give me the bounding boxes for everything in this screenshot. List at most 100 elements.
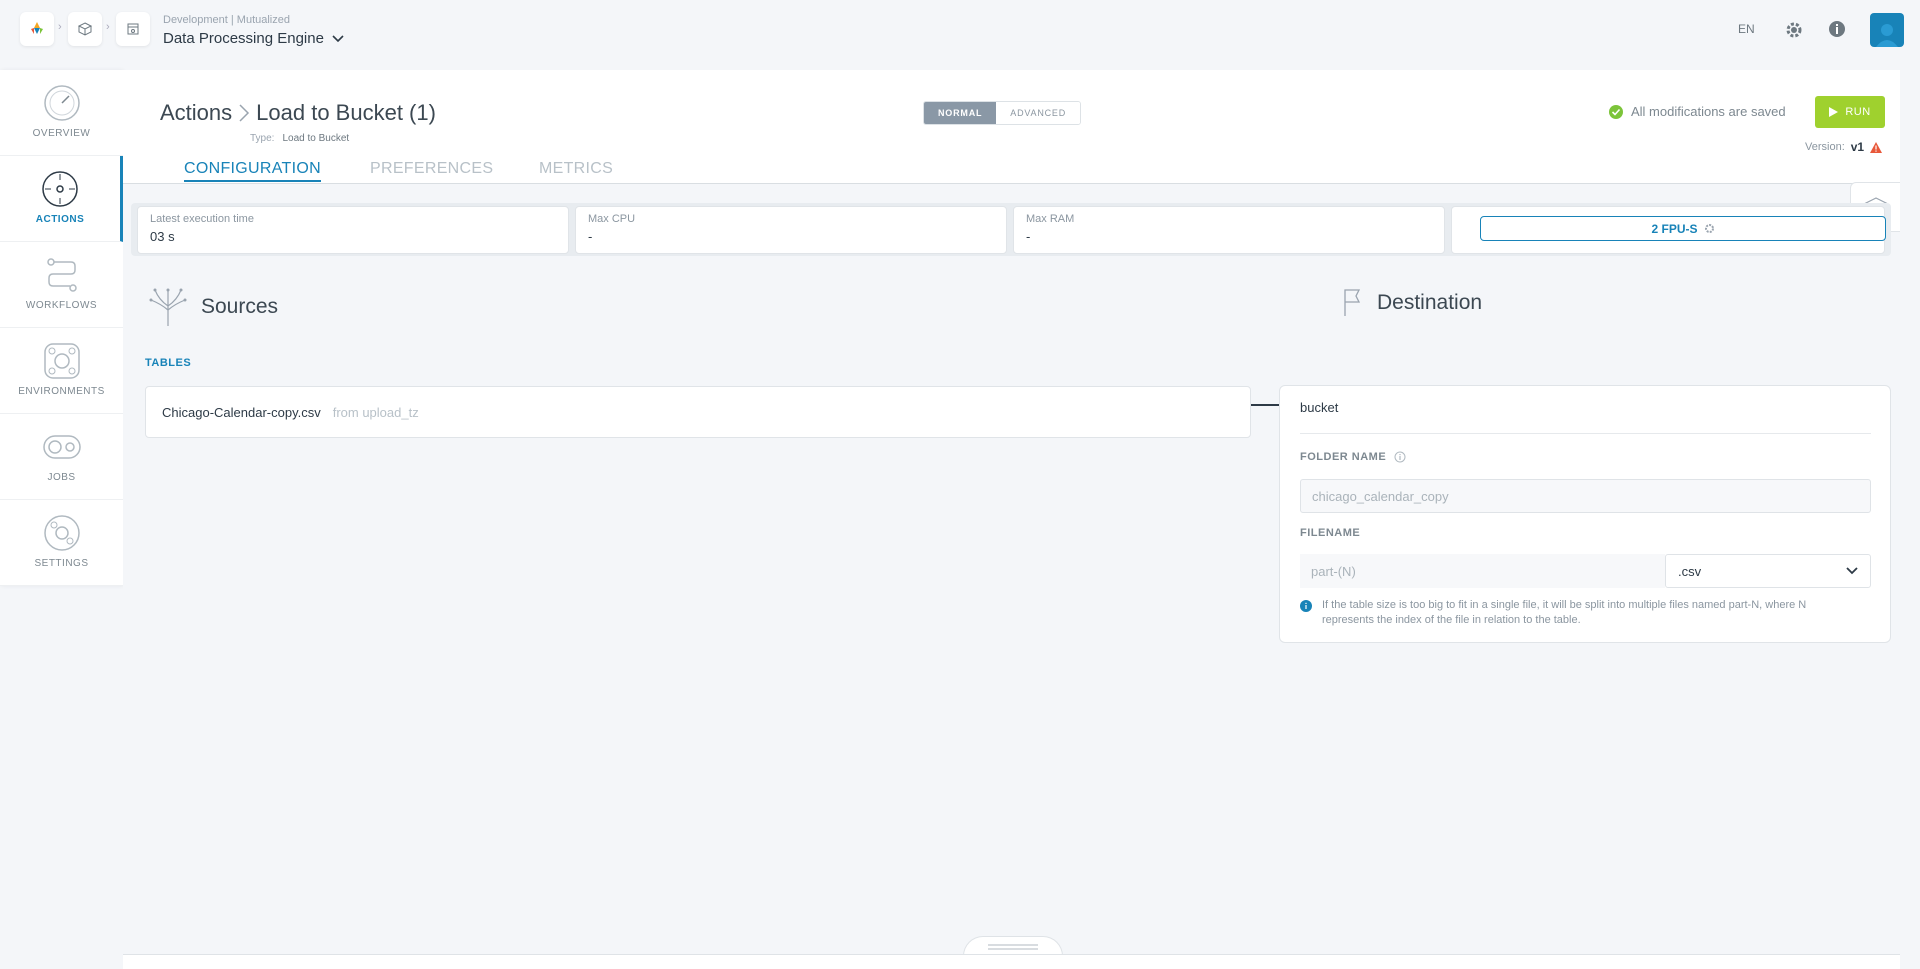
chevron-down-icon: [332, 34, 344, 42]
tab-configuration[interactable]: CONFIGURATION: [184, 160, 321, 182]
app-logo[interactable]: [20, 12, 54, 46]
breadcrumb-separator: ›: [58, 21, 62, 33]
bottom-panel-handle[interactable]: [963, 936, 1063, 956]
environment-icon: [43, 343, 80, 379]
stat-value: 03 s: [150, 229, 175, 244]
sidebar-item-workflows[interactable]: WORKFLOWS: [0, 242, 123, 328]
stat-max-ram: Max RAM -: [1013, 206, 1445, 254]
action-type: Type: Load to Bucket: [250, 133, 349, 144]
target-icon: [42, 171, 78, 207]
tab-bar: CONFIGURATION PREFERENCES METRICS: [123, 152, 1900, 184]
stat-value: -: [588, 229, 593, 244]
destination-header: Destination: [1341, 288, 1482, 318]
engine-breadcrumb[interactable]: [116, 12, 150, 46]
sources-header: Sources: [149, 286, 278, 328]
stat-value: -: [1026, 229, 1031, 244]
engine-icon: [127, 23, 139, 35]
filename-input[interactable]: part-(N): [1300, 554, 1665, 588]
sidebar-item-label: JOBS: [47, 472, 76, 483]
info-icon: [1300, 600, 1312, 612]
breadcrumb-actions-link[interactable]: Actions: [160, 100, 232, 126]
check-circle-icon: [1609, 104, 1623, 119]
context-title: Data Processing Engine: [163, 30, 324, 47]
main-content: Actions Load to Bucket (1) Type: Load to …: [123, 70, 1900, 969]
grip-icon: [988, 944, 1038, 949]
filename-label: FILENAME: [1300, 527, 1361, 539]
gear-icon[interactable]: [1784, 20, 1804, 43]
table-source: from upload_tz: [332, 404, 419, 420]
type-value: Load to Bucket: [282, 133, 350, 144]
action-header: Actions Load to Bucket (1) Type: Load to …: [123, 70, 1900, 184]
action-name[interactable]: Load to Bucket (1): [256, 100, 436, 126]
context-selector[interactable]: Data Processing Engine: [163, 30, 344, 47]
folder-name-label: FOLDER NAME: [1300, 451, 1406, 463]
context-subtitle: Development | Mutualized: [163, 14, 290, 26]
run-button[interactable]: RUN: [1815, 96, 1885, 128]
stat-max-cpu: Max CPU -: [575, 206, 1007, 254]
avatar[interactable]: [1870, 13, 1904, 47]
chevron-down-icon: [1846, 567, 1858, 575]
folder-name-input[interactable]: chicago_calendar_copy: [1300, 479, 1871, 513]
sidebar-item-label: ENVIRONMENTS: [18, 386, 105, 397]
fpu-selector[interactable]: 2 FPU-S: [1480, 216, 1886, 241]
source-destination-connector: [1251, 404, 1279, 406]
breadcrumb-separator: ›: [106, 21, 110, 33]
folder-name-label-text: FOLDER NAME: [1300, 451, 1387, 463]
sidebar-item-settings[interactable]: SETTINGS: [0, 500, 123, 586]
sidebar-item-label: ACTIONS: [35, 214, 85, 225]
stat-label: Max CPU: [588, 213, 636, 225]
sidebar-item-jobs[interactable]: JOBS: [0, 414, 123, 500]
type-label: Type:: [250, 133, 275, 144]
top-bar: › › Development | Mutualized Data Proces…: [0, 0, 1920, 58]
sources-icon: [149, 288, 187, 326]
info-icon[interactable]: [1394, 451, 1406, 463]
stat-latest-execution: Latest execution time 03 s: [137, 206, 569, 254]
destination-card: bucket FOLDER NAME chicago_calendar_copy…: [1279, 385, 1891, 643]
sidebar-item-actions[interactable]: ACTIONS: [0, 156, 123, 242]
sources-title: Sources: [201, 295, 279, 318]
cubes-icon: [77, 22, 93, 36]
destination-name: bucket: [1300, 400, 1339, 415]
sidebar-item-label: SETTINGS: [34, 558, 89, 569]
settings-icon: [43, 515, 80, 551]
mode-advanced-button[interactable]: ADVANCED: [996, 102, 1081, 124]
page-title: Actions Load to Bucket (1): [160, 100, 436, 126]
language-selector[interactable]: EN: [1738, 22, 1755, 36]
stats-bar: Latest execution time 03 s Max CPU - Max…: [131, 203, 1891, 256]
gauge-icon: [43, 85, 80, 121]
file-extension-value: .csv: [1678, 563, 1702, 579]
sidebar-item-label: WORKFLOWS: [25, 300, 98, 311]
tab-metrics[interactable]: METRICS: [539, 160, 613, 178]
filename-hint-text: If the table size is too big to fit in a…: [1322, 599, 1807, 626]
source-table-row[interactable]: Chicago-Calendar-copy.csv from upload_tz: [145, 386, 1251, 438]
play-icon: [1829, 107, 1839, 117]
tables-label: TABLES: [145, 357, 192, 369]
tab-preferences[interactable]: PREFERENCES: [370, 160, 493, 178]
file-extension-select[interactable]: .csv: [1665, 554, 1871, 588]
save-status-text: All modifications are saved: [1631, 104, 1786, 119]
jobs-icon: [42, 435, 81, 459]
workflow-icon: [46, 258, 77, 292]
logo-icon: [31, 22, 43, 34]
sidebar: OVERVIEW ACTIONS WORKFLOWS ENVIRONMENTS …: [0, 70, 123, 586]
project-breadcrumb[interactable]: [68, 12, 102, 46]
filename-hint: If the table size is too big to fit in a…: [1300, 598, 1860, 628]
warning-icon: [1870, 141, 1883, 153]
info-icon[interactable]: [1828, 20, 1846, 41]
user-icon: [1876, 24, 1898, 47]
flag-icon: [1344, 289, 1361, 316]
save-status: All modifications are saved: [1609, 104, 1786, 119]
table-name: Chicago-Calendar-copy.csv: [162, 404, 321, 420]
sidebar-item-environments[interactable]: ENVIRONMENTS: [0, 328, 123, 414]
run-button-label: RUN: [1845, 106, 1871, 118]
chevron-right-icon: [239, 104, 250, 122]
bottom-panel: [123, 954, 1900, 969]
divider: [1300, 433, 1871, 434]
sidebar-item-overview[interactable]: OVERVIEW: [0, 70, 123, 156]
stat-label: Max RAM: [1026, 213, 1075, 225]
destination-title: Destination: [1377, 291, 1483, 314]
fpu-label: 2 FPU-S: [1651, 221, 1698, 236]
gear-icon: [1704, 224, 1714, 233]
mode-normal-button[interactable]: NORMAL: [924, 102, 997, 124]
stat-label: Latest execution time: [150, 213, 254, 225]
